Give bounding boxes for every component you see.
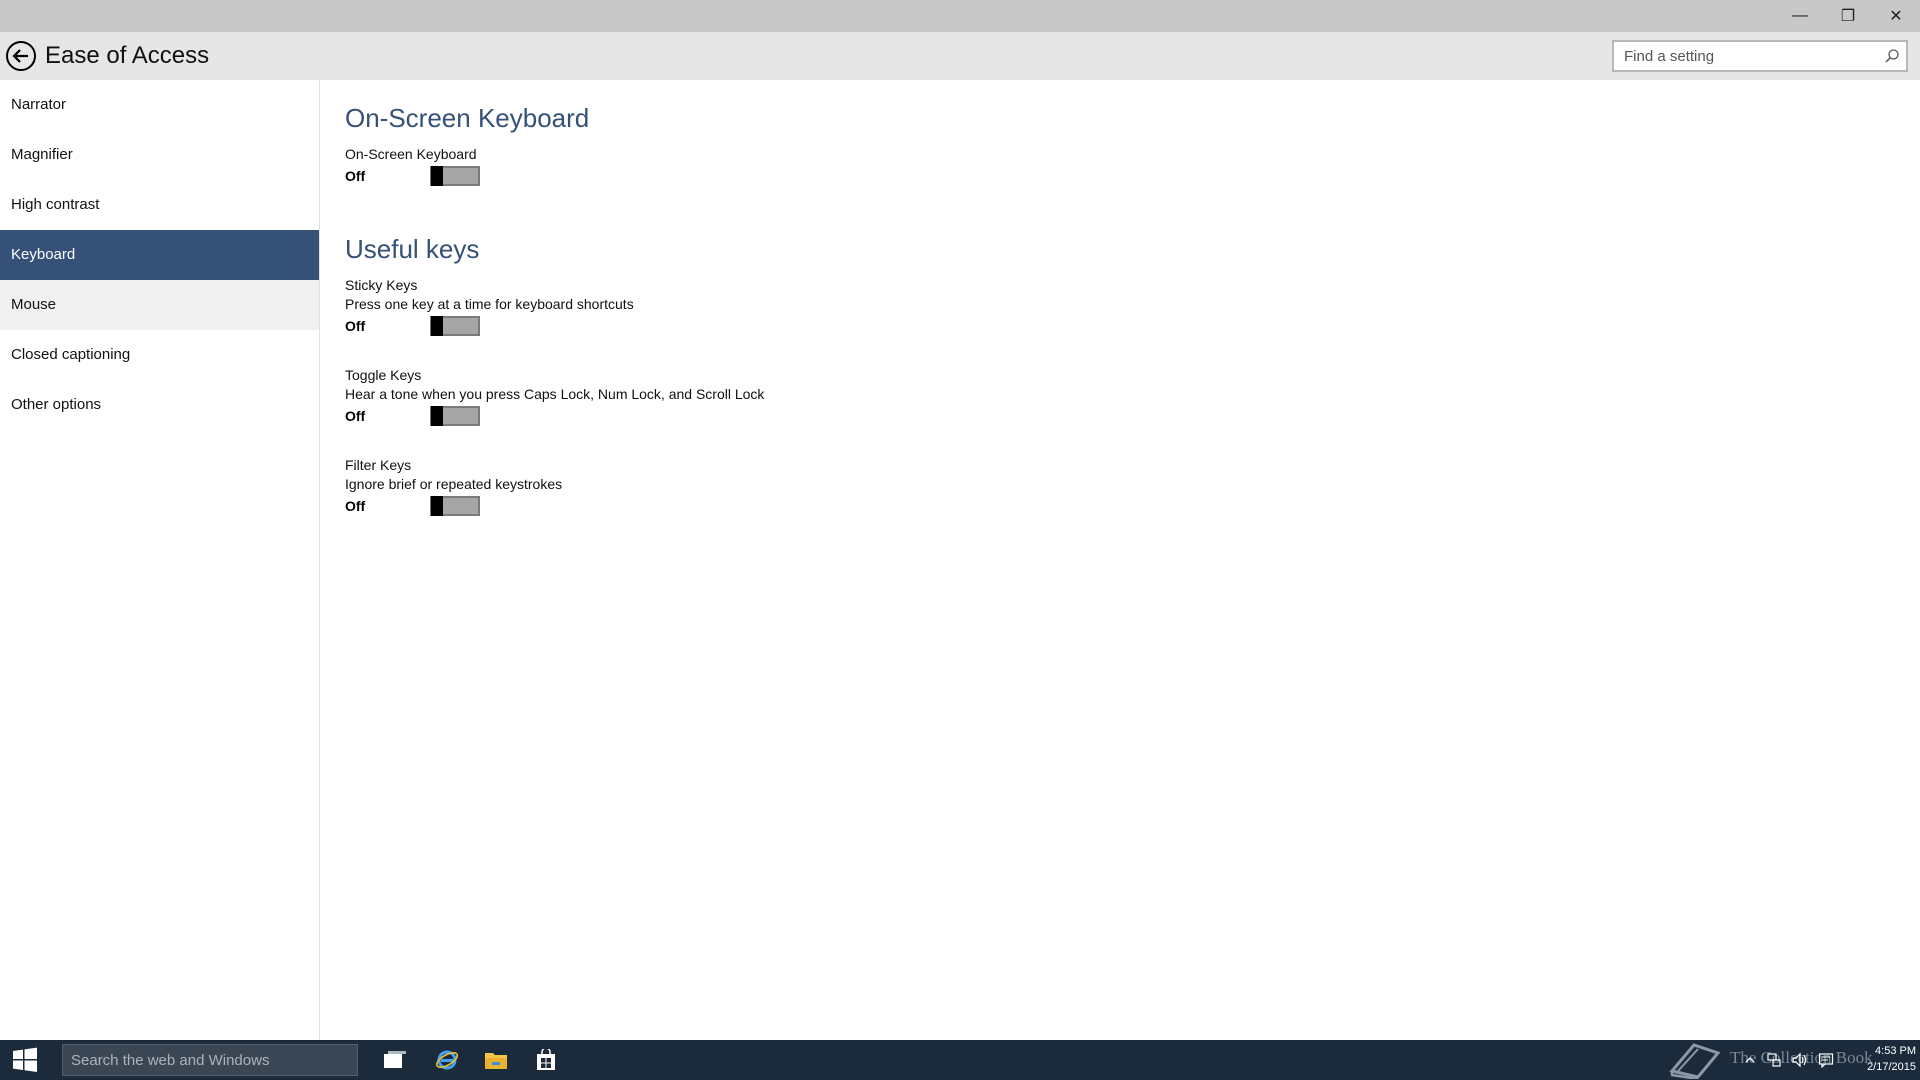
toggle-keys-toggle-row: Off [345, 404, 1845, 428]
volume-tray-button[interactable] [1788, 1046, 1812, 1074]
book-logo-icon [1669, 1043, 1721, 1079]
show-hidden-icons-button[interactable] [1738, 1046, 1762, 1074]
network-tray-button[interactable] [1762, 1046, 1786, 1074]
maximize-button[interactable]: ❐ [1824, 0, 1872, 32]
filter-keys-state: Off [345, 498, 366, 514]
notification-icon [1818, 1053, 1834, 1068]
sticky-keys-toggle-row: Off [345, 314, 1845, 338]
taskbar-clock[interactable]: 4:53 PM 2/17/2015 [1840, 1043, 1916, 1075]
network-icon [1767, 1053, 1781, 1067]
osk-label: On-Screen Keyboard [345, 146, 477, 162]
page-title: Ease of Access [45, 42, 210, 69]
filter-keys-desc: Ignore brief or repeated keystrokes [345, 476, 563, 492]
sidebar-item-keyboard[interactable]: Keyboard [0, 230, 319, 280]
osk-toggle-row: Off [345, 164, 1845, 188]
settings-header: Ease of Access [0, 32, 1920, 80]
toggle-thumb [431, 496, 443, 516]
sticky-keys-desc: Press one key at a time for keyboard sho… [345, 296, 634, 312]
back-arrow-icon [6, 41, 36, 71]
toggle-keys-state: Off [345, 408, 366, 424]
minimize-button[interactable]: — [1776, 0, 1824, 32]
clock-time: 4:53 PM [1875, 1045, 1916, 1057]
sticky-keys-state: Off [345, 318, 366, 334]
file-explorer-button[interactable] [481, 1046, 511, 1074]
maximize-icon: ❐ [1840, 8, 1856, 25]
close-icon: ✕ [1889, 8, 1903, 25]
action-center-button[interactable] [1814, 1046, 1838, 1074]
windows-logo-icon [13, 1047, 37, 1072]
folder-icon [485, 1053, 507, 1069]
volume-icon [1792, 1052, 1807, 1068]
sticky-keys-label: Sticky Keys [345, 277, 418, 293]
store-button[interactable] [531, 1046, 561, 1074]
section-title-osk: On-Screen Keyboard [345, 103, 590, 133]
toggle-thumb [431, 406, 443, 426]
chevron-up-icon [1745, 1057, 1755, 1063]
toggle-thumb [431, 316, 443, 336]
sidebar-item-other-options[interactable]: Other options [0, 380, 319, 430]
sidebar: Narrator Magnifier High contrast Keyboar… [0, 80, 320, 1040]
sidebar-item-magnifier[interactable]: Magnifier [0, 130, 319, 180]
sidebar-item-high-contrast[interactable]: High contrast [0, 180, 319, 230]
section-title-useful-keys: Useful keys [345, 234, 480, 264]
task-view-icon [384, 1051, 406, 1068]
sidebar-item-mouse[interactable]: Mouse [0, 280, 319, 330]
toggle-keys-desc: Hear a tone when you press Caps Lock, Nu… [345, 386, 765, 402]
toggle-keys-toggle[interactable] [430, 406, 480, 426]
taskbar-search-box[interactable] [62, 1044, 358, 1076]
filter-keys-label: Filter Keys [345, 457, 412, 473]
start-button[interactable] [0, 1040, 50, 1080]
osk-state: Off [345, 168, 366, 184]
osk-toggle[interactable] [430, 166, 480, 186]
close-button[interactable]: ✕ [1872, 0, 1920, 32]
find-setting-input[interactable] [1614, 42, 1864, 70]
internet-explorer-button[interactable] [432, 1046, 462, 1074]
internet-explorer-icon [435, 1050, 459, 1070]
filter-keys-toggle[interactable] [430, 496, 480, 516]
content-pane: On-Screen Keyboard On-Screen Keyboard Of… [345, 80, 1845, 518]
minimize-icon: — [1792, 7, 1808, 24]
search-icon[interactable] [1884, 48, 1900, 64]
store-bag-icon [537, 1049, 555, 1070]
taskbar-search-input[interactable] [63, 1051, 343, 1069]
taskbar: The Collection Book 4:53 PM 2/17/2015 [0, 1040, 1920, 1080]
task-view-button[interactable] [380, 1046, 410, 1074]
sticky-keys-toggle[interactable] [430, 316, 480, 336]
sidebar-item-narrator[interactable]: Narrator [0, 80, 319, 130]
back-button[interactable] [5, 40, 37, 72]
toggle-thumb [431, 166, 443, 186]
toggle-keys-label: Toggle Keys [345, 367, 422, 383]
find-setting-box[interactable] [1612, 40, 1908, 72]
filter-keys-toggle-row: Off [345, 494, 1845, 518]
sidebar-item-closed-captioning[interactable]: Closed captioning [0, 330, 319, 380]
clock-date: 2/17/2015 [1867, 1061, 1916, 1073]
window-title-bar: — ❐ ✕ [0, 0, 1920, 32]
